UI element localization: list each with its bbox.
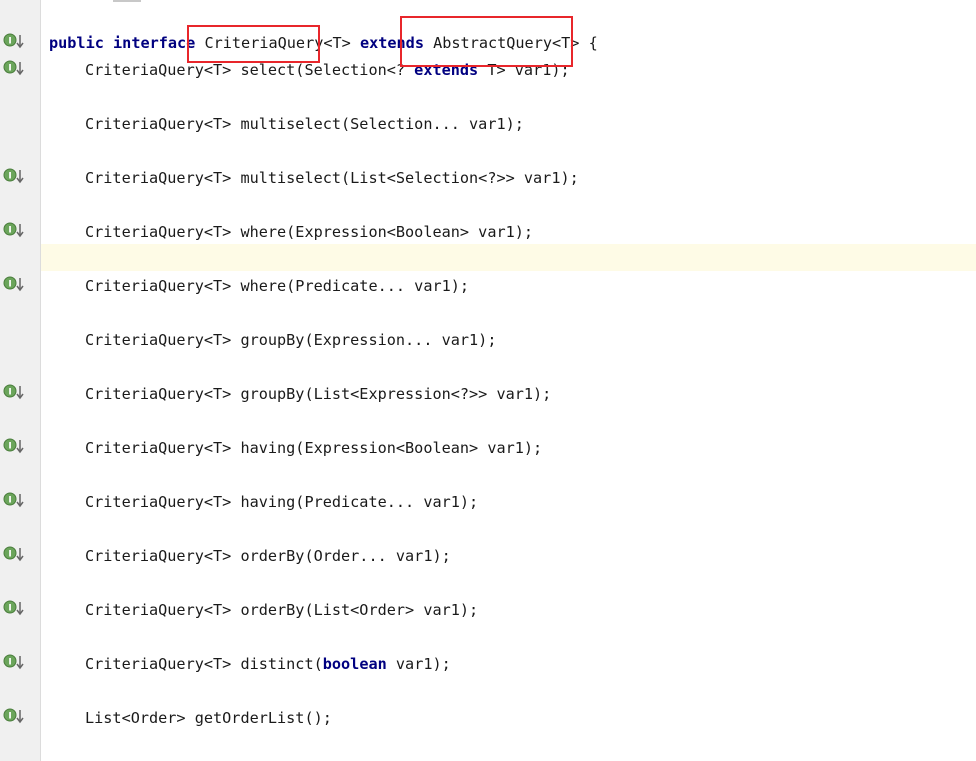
method-line[interactable]: CriteriaQuery<T> groupBy(List<Expression… [85, 383, 551, 405]
implemented-method-icon[interactable]: I [3, 546, 25, 564]
method-code: CriteriaQuery<T> having(Predicate... var… [85, 493, 479, 511]
editor-gutter [0, 0, 41, 761]
method-code: CriteriaQuery<T> where(Expression<Boolea… [85, 223, 534, 241]
svg-text:I: I [8, 658, 11, 668]
type-parameter: <T> [323, 34, 351, 52]
svg-text:I: I [8, 496, 11, 506]
method-line[interactable]: CriteriaQuery<T> where(Expression<Boolea… [85, 221, 533, 243]
implemented-method-icon[interactable]: I [3, 168, 25, 186]
method-code: List<Order> getOrderList(); [85, 709, 332, 727]
method-line[interactable]: CriteriaQuery<T> orderBy(Order... var1); [85, 545, 451, 567]
method-code: CriteriaQuery<T> where(Predicate... var1… [85, 277, 470, 295]
method-code: CriteriaQuery<T> orderBy(Order... var1); [85, 547, 451, 565]
code-editor[interactable]: I I I I I I I I I I I I public interface… [0, 0, 976, 761]
svg-text:I: I [8, 388, 11, 398]
method-line[interactable]: List<Order> getOrderList(); [85, 707, 332, 729]
keyword-interface: interface [113, 34, 196, 52]
method-code: CriteriaQuery<T> multiselect(List<Select… [85, 169, 579, 187]
open-brace: { [588, 34, 598, 52]
method-code: CriteriaQuery<T> distinct( [85, 655, 323, 673]
method-line[interactable]: CriteriaQuery<T> multiselect(List<Select… [85, 167, 579, 189]
implemented-method-icon[interactable]: I [3, 708, 25, 726]
method-line[interactable]: CriteriaQuery<T> distinct(boolean var1); [85, 653, 451, 675]
svg-text:I: I [8, 442, 11, 452]
method-line[interactable]: CriteriaQuery<T> multiselect(Selection..… [85, 113, 524, 135]
tab-stub [113, 0, 141, 2]
implemented-method-icon[interactable]: I [3, 222, 25, 240]
method-code: CriteriaQuery<T> groupBy(List<Expression… [85, 385, 552, 403]
method-code: CriteriaQuery<T> multiselect(Selection..… [85, 115, 524, 133]
method-line[interactable]: CriteriaQuery<T> having(Predicate... var… [85, 491, 478, 513]
current-line-highlight [41, 244, 976, 271]
method-line[interactable]: CriteriaQuery<T> orderBy(List<Order> var… [85, 599, 478, 621]
svg-text:I: I [8, 280, 11, 290]
svg-text:I: I [8, 712, 11, 722]
implemented-method-icon[interactable]: I [3, 438, 25, 456]
method-code: CriteriaQuery<T> groupBy(Expression... v… [85, 331, 497, 349]
method-code: CriteriaQuery<T> having(Expression<Boole… [85, 439, 543, 457]
svg-text:I: I [8, 64, 11, 74]
method-line[interactable]: CriteriaQuery<T> where(Predicate... var1… [85, 275, 469, 297]
keyword-public: public [49, 34, 104, 52]
svg-text:I: I [8, 37, 11, 47]
implemented-method-icon[interactable]: I [3, 276, 25, 294]
implemented-method-icon[interactable]: I [3, 492, 25, 510]
implemented-method-icon[interactable]: I [3, 33, 25, 51]
svg-text:I: I [8, 604, 11, 614]
implemented-method-icon[interactable]: I [3, 654, 25, 672]
method-code: CriteriaQuery<T> orderBy(List<Order> var… [85, 601, 479, 619]
method-keyword: boolean [322, 655, 387, 673]
svg-text:I: I [8, 172, 11, 182]
implemented-method-icon[interactable]: I [3, 600, 25, 618]
implemented-method-icon[interactable]: I [3, 60, 25, 78]
highlight-box-parent-name [400, 16, 573, 67]
method-code: CriteriaQuery<T> select(Selection<? [85, 61, 415, 79]
svg-text:I: I [8, 226, 11, 236]
method-line[interactable]: CriteriaQuery<T> groupBy(Expression... v… [85, 329, 496, 351]
svg-text:I: I [8, 550, 11, 560]
implemented-method-icon[interactable]: I [3, 384, 25, 402]
method-code-tail: var1); [386, 655, 451, 673]
method-line[interactable]: CriteriaQuery<T> having(Expression<Boole… [85, 437, 542, 459]
highlight-box-interface-name [187, 25, 320, 63]
